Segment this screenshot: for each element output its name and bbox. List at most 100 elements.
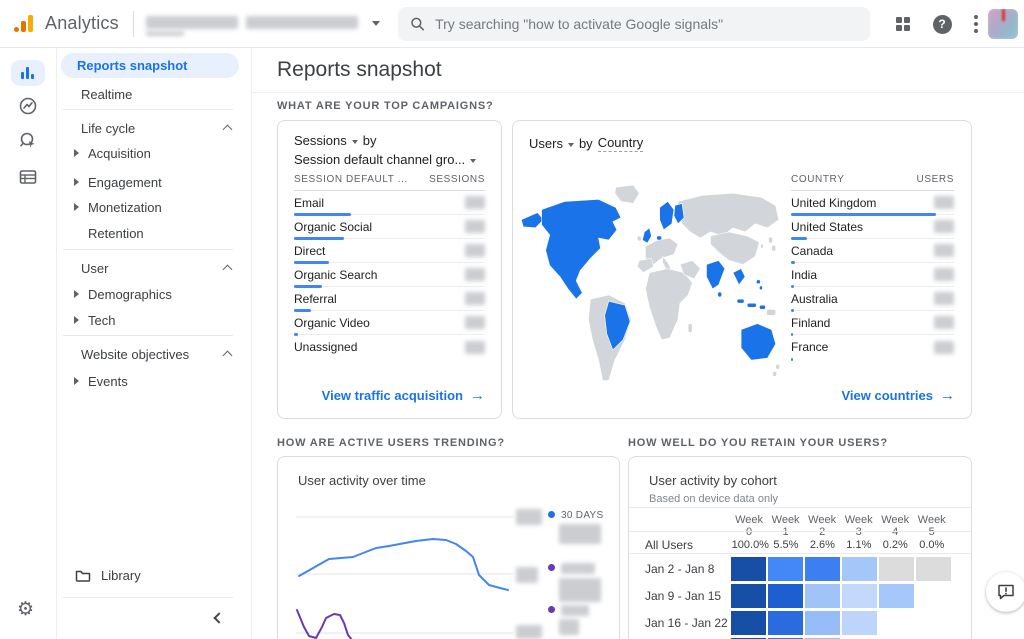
- metric-label: Users: [529, 136, 563, 151]
- row-label: Australia: [791, 292, 838, 306]
- dimension-selector[interactable]: Session default channel gro...: [294, 152, 476, 167]
- rail-explore-button[interactable]: [11, 128, 45, 154]
- table-row: Organic Social: [294, 215, 485, 239]
- account-switcher-caret-icon[interactable]: [372, 21, 380, 26]
- collapse-drawer-button[interactable]: [209, 608, 229, 628]
- axis-value-redacted: [516, 625, 542, 639]
- week-header: Week 5: [914, 514, 949, 538]
- expand-arrow-icon: [74, 290, 79, 298]
- retention-percent: 2.6%: [805, 539, 839, 551]
- dimension-label[interactable]: Country: [598, 135, 644, 152]
- search-icon: [410, 16, 425, 32]
- divider: [629, 531, 971, 532]
- search-input[interactable]: [435, 16, 858, 32]
- nav-realtime[interactable]: Realtime: [61, 82, 239, 106]
- apps-grid-icon[interactable]: [893, 14, 913, 34]
- account-sub-redacted: [146, 31, 184, 36]
- row-value-redacted: [465, 292, 485, 305]
- table-row: Canada: [791, 239, 954, 263]
- row-value-redacted: [934, 292, 954, 305]
- legend-item-tertiary: [548, 605, 589, 616]
- table-row: Referral: [294, 287, 485, 311]
- rail-home-button[interactable]: [11, 93, 45, 119]
- retention-percent: 0.0%: [915, 539, 949, 551]
- row-bar: [294, 261, 329, 264]
- nav-label: Reports snapshot: [77, 58, 188, 73]
- view-countries-link[interactable]: View countries →: [841, 387, 955, 404]
- nav-tech[interactable]: Tech: [61, 308, 239, 332]
- campaigns-section-heading: WHAT ARE YOUR TOP CAMPAIGNS?: [277, 100, 494, 112]
- bar-chart-icon: [20, 66, 36, 80]
- metric-dimension-selector[interactable]: Users by Country: [529, 135, 643, 152]
- view-traffic-acquisition-link[interactable]: View traffic acquisition →: [322, 387, 485, 404]
- magnifier-cursor-icon: [18, 131, 38, 151]
- column-header-metric: SESSIONS: [429, 174, 485, 185]
- table-header: COUNTRY USERS: [791, 174, 954, 191]
- sessions-by-channel-card: Sessions by Session default channel gro.…: [277, 120, 502, 419]
- nav-label: Demographics: [88, 287, 172, 302]
- left-icon-rail: ⚙: [0, 48, 57, 639]
- analytics-page: Analytics ?: [0, 0, 1024, 639]
- reports-nav-drawer: Reports snapshot Realtime Life cycle Acq…: [57, 48, 252, 639]
- row-bar: [791, 285, 794, 288]
- nav-section-life-cycle[interactable]: Life cycle: [61, 116, 239, 140]
- admin-gear-icon[interactable]: ⚙: [17, 598, 34, 621]
- nav-label: Tech: [88, 313, 115, 328]
- row-label: Direct: [294, 244, 325, 258]
- cohort-label: Jan 2 - Jan 8: [645, 562, 731, 576]
- chevron-down-icon: [352, 140, 358, 144]
- cohort-cell: [805, 584, 840, 608]
- nav-acquisition[interactable]: Acquisition: [61, 141, 239, 165]
- expand-arrow-icon: [74, 203, 79, 211]
- topbar: Analytics ?: [0, 0, 1024, 48]
- nav-library[interactable]: Library: [61, 563, 239, 587]
- metric-selector[interactable]: Sessions by: [294, 133, 476, 148]
- chevron-down-icon: [470, 159, 476, 163]
- row-label: United States: [791, 220, 863, 234]
- world-map: [519, 179, 784, 407]
- nav-section-website-objectives[interactable]: Website objectives: [61, 342, 239, 366]
- table-row: Finland: [791, 311, 954, 335]
- legend-dot-icon: [548, 511, 555, 518]
- nav-retention[interactable]: Retention: [61, 221, 239, 245]
- brand-title: Analytics: [45, 13, 119, 34]
- cohort-cell: [842, 557, 877, 581]
- row-bar: [294, 237, 344, 240]
- divider: [629, 507, 971, 508]
- rail-advertising-button[interactable]: [11, 164, 45, 190]
- cohort-cell: [879, 584, 914, 608]
- nav-events[interactable]: Events: [61, 369, 239, 393]
- card-title: User activity by cohort: [649, 473, 777, 488]
- nav-section-user[interactable]: User: [61, 256, 239, 280]
- chevron-up-icon: [223, 125, 233, 135]
- legend-label-redacted: [561, 563, 595, 574]
- rail-reports-button[interactable]: [11, 60, 45, 86]
- user-avatar[interactable]: [988, 9, 1018, 39]
- kebab-menu-icon[interactable]: [966, 14, 986, 34]
- cohort-cell: [879, 557, 914, 581]
- cohort-cell: [731, 611, 766, 635]
- feedback-button[interactable]: [986, 572, 1024, 612]
- search-bar[interactable]: [398, 7, 870, 41]
- row-bar: [791, 261, 795, 264]
- nav-monetization[interactable]: Monetization: [61, 195, 239, 219]
- nav-label: Monetization: [88, 200, 162, 215]
- nav-demographics[interactable]: Demographics: [61, 282, 239, 306]
- feedback-bubble-icon: [997, 583, 1015, 601]
- account-name-redacted: [146, 16, 238, 29]
- nav-label: Events: [88, 374, 128, 389]
- row-bar: [294, 333, 298, 336]
- legend-item-30-days: 30 DAYS: [548, 510, 604, 521]
- retention-percent: 0.2%: [878, 539, 912, 551]
- cohort-cell: [731, 557, 766, 581]
- help-icon[interactable]: ?: [932, 14, 952, 34]
- cohort-row: Jan 9 - Jan 15: [645, 584, 951, 608]
- nav-engagement[interactable]: Engagement: [61, 170, 239, 194]
- row-value-redacted: [465, 244, 485, 257]
- table-row: United States: [791, 215, 954, 239]
- chevron-down-icon: [568, 143, 574, 147]
- nav-reports-snapshot[interactable]: Reports snapshot: [61, 53, 239, 78]
- users-by-country-card: Users by Country: [512, 120, 972, 419]
- table-row: France: [791, 335, 954, 359]
- row-label: Referral: [294, 292, 337, 306]
